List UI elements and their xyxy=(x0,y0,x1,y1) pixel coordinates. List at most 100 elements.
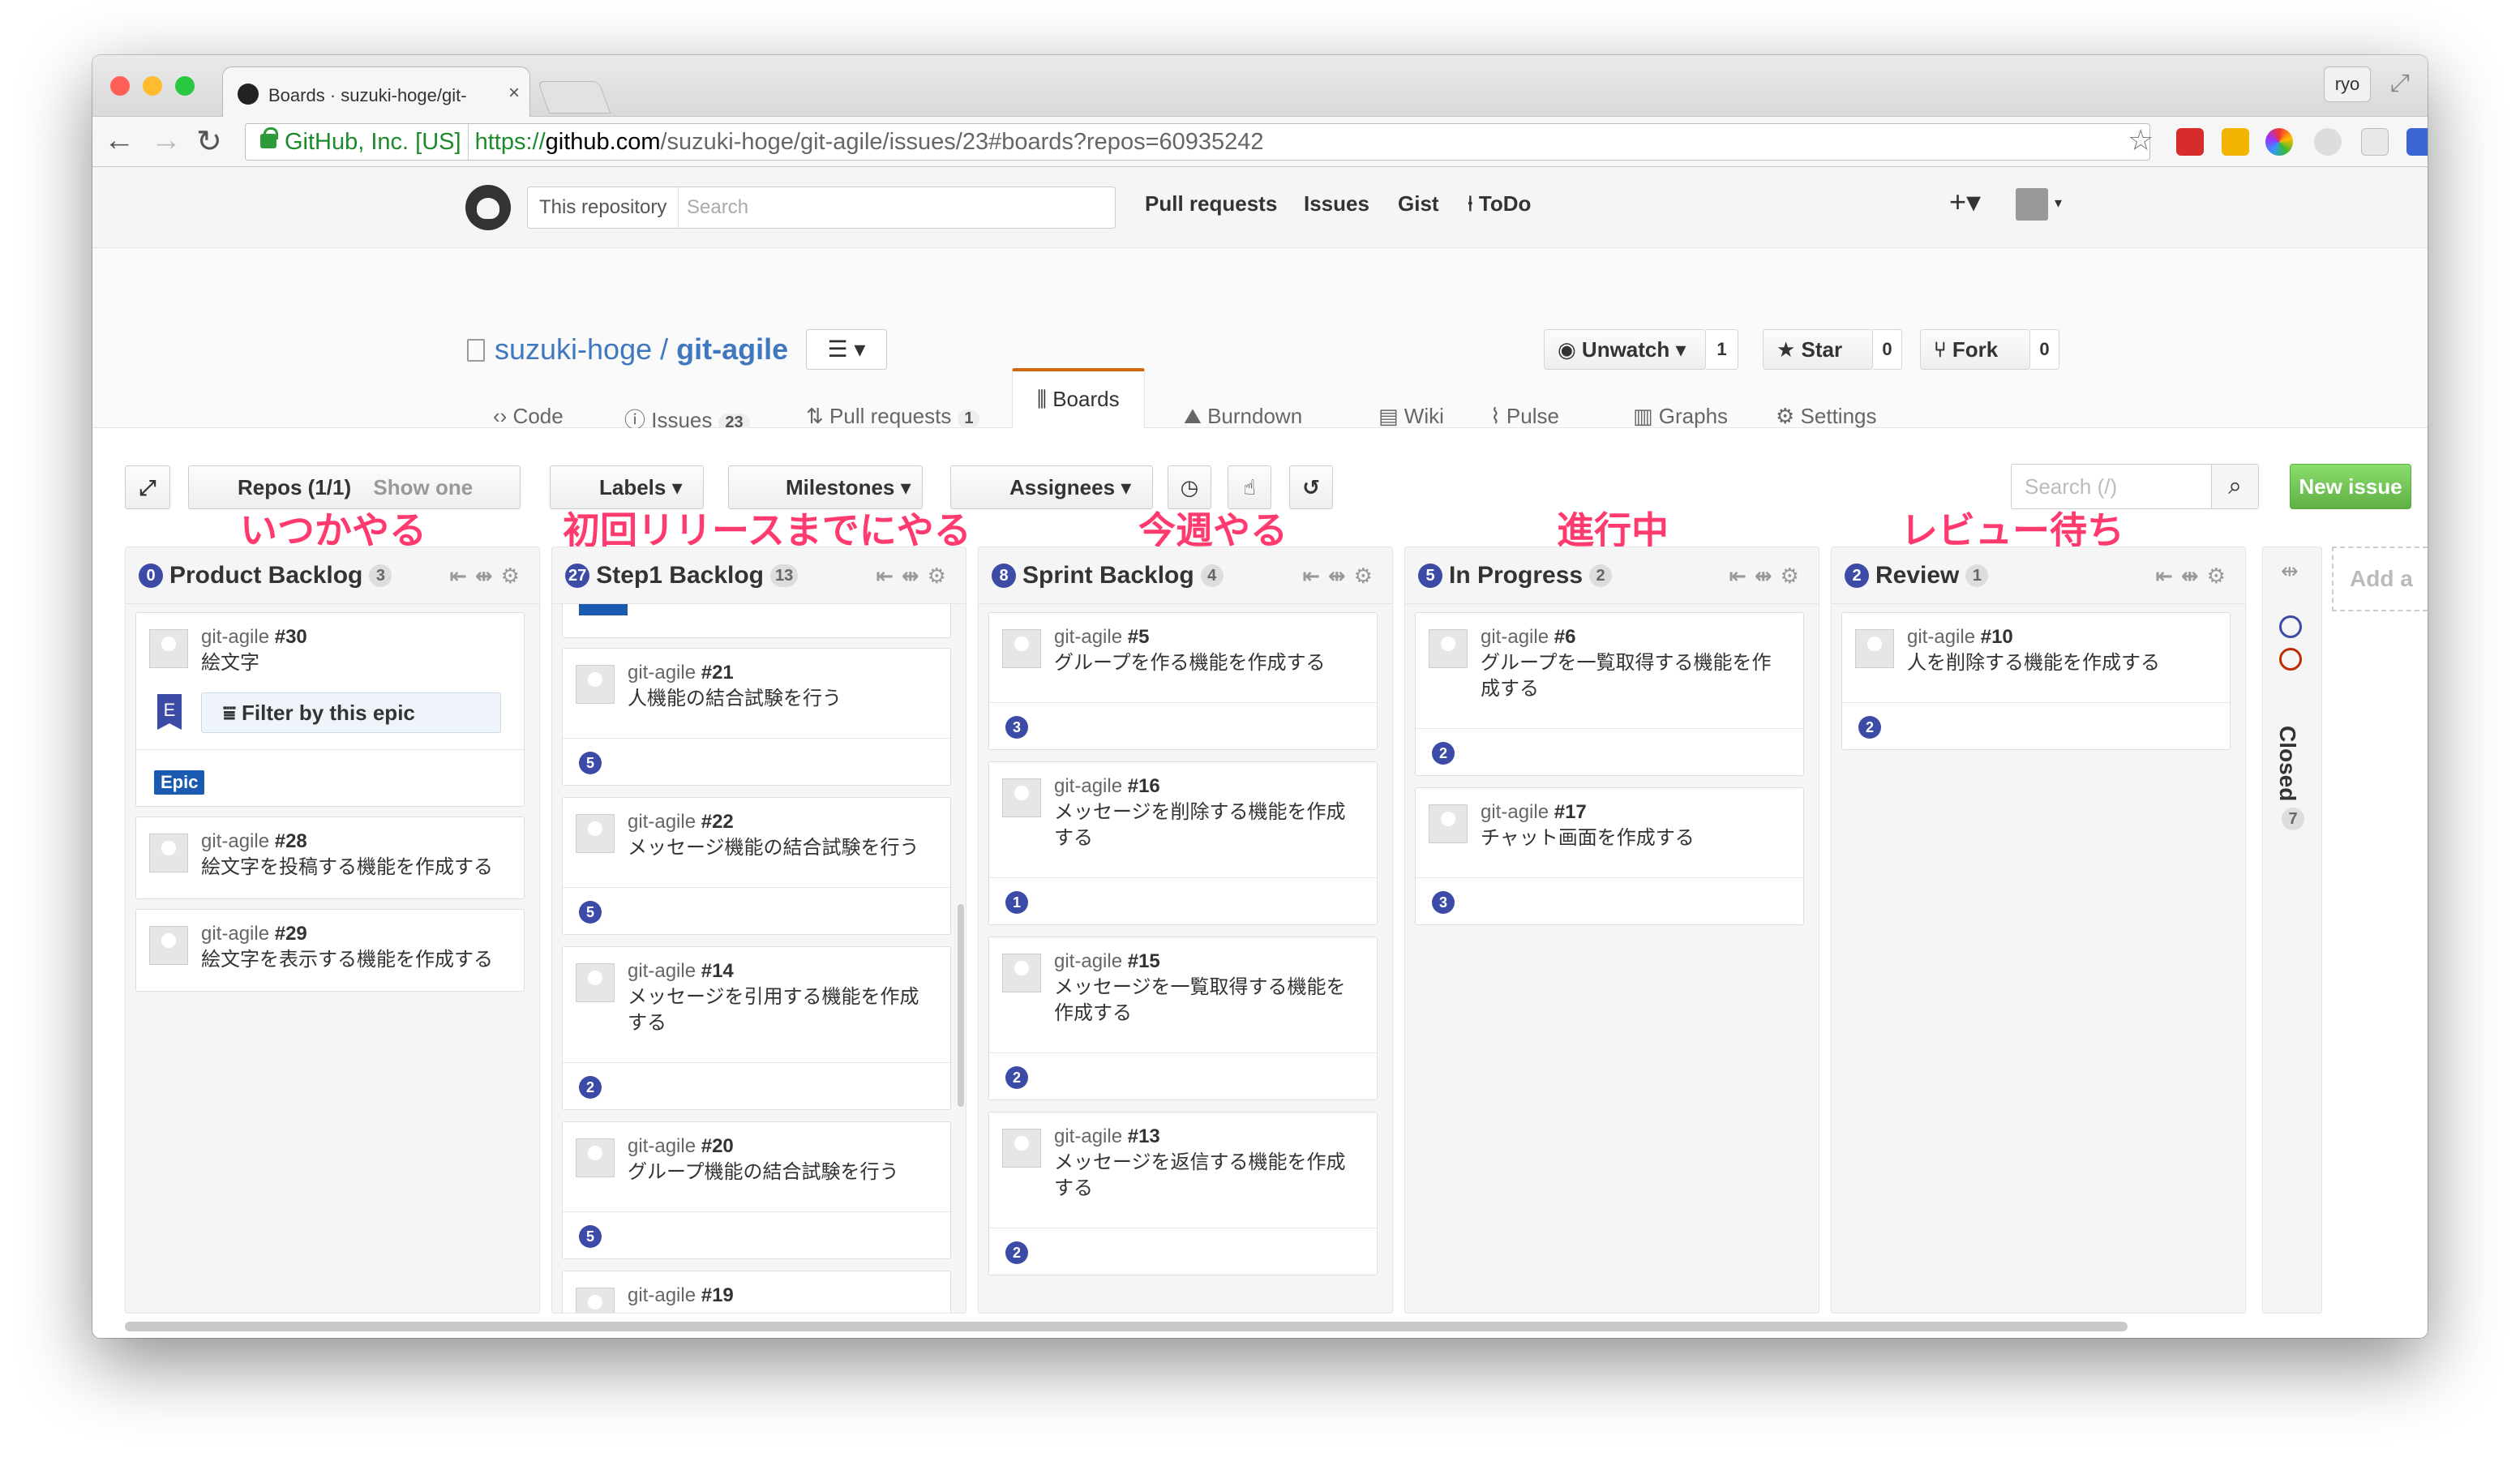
fork-button[interactable]: ⑂ Fork xyxy=(1920,329,2030,370)
board-horizontal-scrollbar[interactable] xyxy=(125,1322,2128,1331)
close-window-button[interactable] xyxy=(110,76,130,96)
column-header[interactable]: 8 Sprint Backlog 4 ⇤⇹⚙ xyxy=(979,547,1392,604)
new-issue-button[interactable]: New issue xyxy=(2290,464,2411,509)
show-one-label[interactable]: Show one xyxy=(373,475,473,499)
issue-card[interactable]: git-agile #29 絵文字を表示する機能を作成する xyxy=(135,909,525,992)
unwatch-button[interactable]: ◉ Unwatch ▾ xyxy=(1544,329,1706,370)
nav-gist[interactable]: Gist xyxy=(1398,191,1439,216)
column-settings-icon[interactable]: ⇤⇹⚙ xyxy=(2155,547,2234,604)
board-search-input[interactable]: Search (/) xyxy=(2025,474,2117,499)
card-number[interactable]: #30 xyxy=(275,626,307,648)
column-settings-icon[interactable]: ⇤⇹⚙ xyxy=(1729,547,1807,604)
card-title[interactable]: メッセージ機能の結合試験を行う xyxy=(628,837,919,859)
profile-chip[interactable]: ryo xyxy=(2324,66,2371,102)
adblock-extension-icon[interactable] xyxy=(2176,128,2204,156)
card-title[interactable]: メッセージを引用する機能を作成する xyxy=(628,986,919,1034)
extension-icon[interactable] xyxy=(2222,128,2249,156)
create-new-button[interactable]: +▾ xyxy=(1949,185,1981,219)
card-title[interactable]: メッセージを返信する機能を作成する xyxy=(1054,1151,1346,1199)
issue-card[interactable]: git-agile #13 メッセージを返信する機能を作成する 2 xyxy=(988,1112,1378,1275)
issue-card[interactable]: git-agile #5 グループを作る機能を作成する 3 xyxy=(988,612,1378,750)
extension-icon[interactable] xyxy=(2314,128,2342,156)
fullscreen-icon[interactable]: ⤢ xyxy=(2390,70,2410,97)
card-title[interactable]: 人機能の結合試験を行う xyxy=(628,688,842,709)
repo-list-button[interactable]: ☰ ▾ xyxy=(806,329,887,370)
column-header[interactable]: 2 Review 1 ⇤⇹⚙ xyxy=(1832,547,2245,604)
column-settings-icon[interactable]: ⇤⇹⚙ xyxy=(1302,547,1381,604)
card-number[interactable]: #13 xyxy=(1128,1125,1160,1147)
card-title[interactable]: チャット画面を作成する xyxy=(1481,827,1695,849)
issue-card[interactable]: git-agile #19 xyxy=(562,1271,951,1313)
issue-card-partial[interactable] xyxy=(562,604,951,638)
column-settings-icon[interactable]: ⇤⇹⚙ xyxy=(876,547,954,604)
issue-card[interactable]: git-agile #20 グループ機能の結合試験を行う 5 xyxy=(562,1121,951,1259)
column-header[interactable]: 0 Product Backlog 3 ⇤⇹⚙ xyxy=(126,547,539,604)
column-closed-collapsed[interactable]: ⇹ Closed 7 xyxy=(2262,547,2322,1314)
nav-todo[interactable]: ⍿ ToDo xyxy=(1468,191,1531,217)
tab-graphs[interactable]: ▥ Graphs xyxy=(1633,404,1728,429)
issue-card[interactable]: git-agile #6 グループを一覧取得する機能を作成する 2 xyxy=(1415,612,1804,776)
reload-icon[interactable]: ↻ xyxy=(196,123,222,160)
color-picker-extension-icon[interactable] xyxy=(2265,128,2293,156)
new-tab-button[interactable] xyxy=(537,81,611,114)
search-input[interactable]: Search xyxy=(687,187,748,228)
card-title[interactable]: メッセージを削除する機能を作成する xyxy=(1054,801,1346,849)
repo-search[interactable]: This repository Search xyxy=(527,186,1116,229)
tab-pull-requests[interactable]: ⇅ Pull requests 1 xyxy=(806,404,980,429)
card-title[interactable]: 人を削除する機能を作成する xyxy=(1907,652,2160,674)
nav-pull-requests[interactable]: Pull requests xyxy=(1145,191,1277,216)
column-settings-icon[interactable]: ⇤⇹⚙ xyxy=(449,547,528,604)
back-icon[interactable]: ← xyxy=(104,123,135,158)
card-title[interactable]: 絵文字を表示する機能を作成する xyxy=(201,949,493,971)
bookmark-star-icon[interactable]: ☆ xyxy=(2128,123,2154,157)
column-header[interactable]: 5 In Progress 2 ⇤⇹⚙ xyxy=(1405,547,1819,604)
repo-name-link[interactable]: git-agile xyxy=(676,332,788,366)
zoom-window-button[interactable] xyxy=(175,76,195,96)
card-title[interactable]: メッセージを一覧取得する機能を作成する xyxy=(1054,976,1346,1024)
issue-card[interactable]: git-agile #22 メッセージ機能の結合試験を行う 5 xyxy=(562,797,951,935)
assignees-filter-button[interactable]: Assignees ▾ xyxy=(950,465,1153,509)
tab-burndown[interactable]: ⛰ Burndown xyxy=(1184,404,1302,430)
minimize-window-button[interactable] xyxy=(143,76,162,96)
issue-card[interactable]: git-agile #21 人機能の結合試験を行う 5 xyxy=(562,648,951,786)
issue-card[interactable]: git-agile #10 人を削除する機能を作成する 2 xyxy=(1841,612,2231,750)
stars-count[interactable]: 0 xyxy=(1873,329,1902,370)
card-title[interactable]: グループ機能の結合試験を行う xyxy=(628,1161,899,1183)
tab-settings[interactable]: ⚙ Settings xyxy=(1776,404,1877,429)
card-number[interactable]: #17 xyxy=(1554,801,1587,823)
card-number[interactable]: #29 xyxy=(275,923,307,945)
issue-card[interactable]: git-agile #15 メッセージを一覧取得する機能を作成する 2 xyxy=(988,937,1378,1100)
z-extension-icon[interactable] xyxy=(2406,128,2428,156)
ev-certificate[interactable]: GitHub, Inc. [US] xyxy=(252,124,469,160)
tab-boards[interactable]: ⫼ Boards xyxy=(1012,368,1145,429)
card-title[interactable]: 絵文字を投稿する機能を作成する xyxy=(201,856,493,878)
card-number[interactable]: #14 xyxy=(701,960,734,982)
issue-card[interactable]: git-agile #28 絵文字を投稿する機能を作成する xyxy=(135,817,525,899)
tab-code[interactable]: ‹› Code xyxy=(493,404,564,429)
card-title[interactable]: グループを作る機能を作成する xyxy=(1054,652,1326,674)
star-button[interactable]: ★ Star xyxy=(1763,329,1873,370)
avatar[interactable] xyxy=(2016,188,2048,221)
search-icon[interactable]: ⌕ xyxy=(2211,465,2258,508)
card-number[interactable]: #28 xyxy=(275,830,307,852)
expand-icon[interactable]: ⤢ xyxy=(125,465,170,509)
card-title[interactable]: 絵文字 xyxy=(201,652,259,674)
card-number[interactable]: #22 xyxy=(701,811,734,833)
add-column-button[interactable]: Add a xyxy=(2332,547,2428,611)
column-scrollbar[interactable] xyxy=(958,904,964,1107)
card-number[interactable]: #6 xyxy=(1554,626,1576,648)
forks-count[interactable]: 0 xyxy=(2030,329,2059,370)
address-bar[interactable]: GitHub, Inc. [US] https://github.com/suzu… xyxy=(245,123,2150,161)
column-header[interactable]: 27 Step1 Backlog 13 ⇤⇹⚙ xyxy=(552,547,966,604)
card-number[interactable]: #15 xyxy=(1128,950,1160,972)
chevron-down-icon[interactable]: ▾ xyxy=(2055,195,2062,212)
card-number[interactable]: #10 xyxy=(1981,626,2013,648)
issue-card[interactable]: git-agile #17 チャット画面を作成する 3 xyxy=(1415,787,1804,925)
forward-icon[interactable]: → xyxy=(151,123,182,158)
card-title[interactable]: グループを一覧取得する機能を作成する xyxy=(1481,652,1772,700)
card-number[interactable]: #16 xyxy=(1128,775,1160,797)
repo-owner-link[interactable]: suzuki-hoge xyxy=(495,332,652,366)
expand-column-icon[interactable]: ⇹ xyxy=(2281,559,2299,584)
tab-close-icon[interactable]: × xyxy=(508,82,520,105)
watchers-count[interactable]: 1 xyxy=(1706,329,1738,370)
